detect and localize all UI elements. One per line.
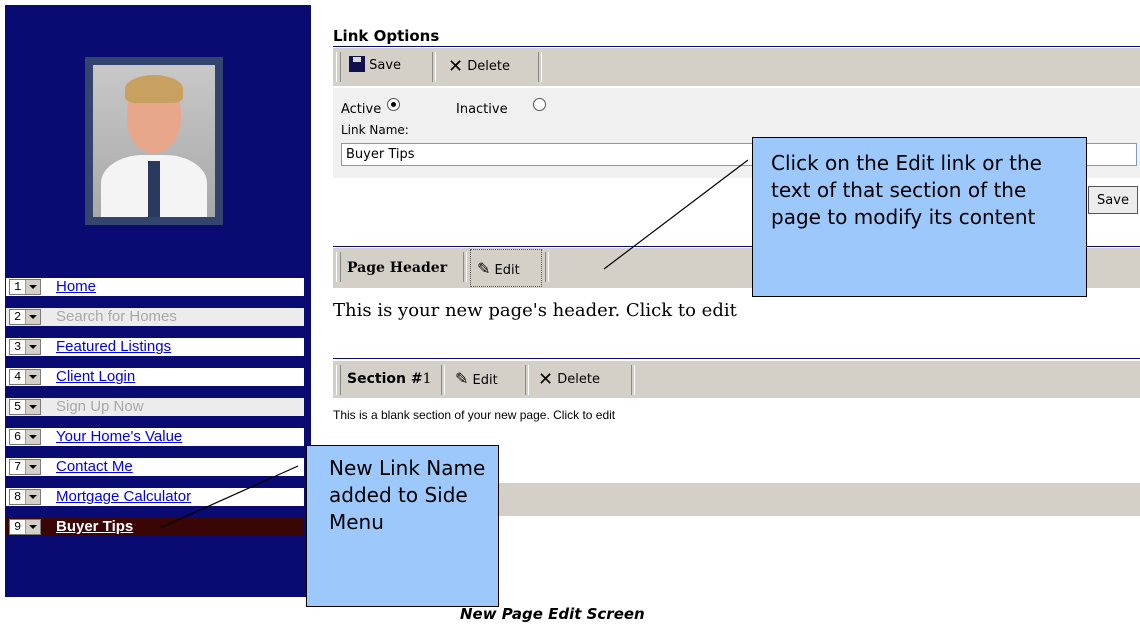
x-delete-icon: ✕ — [448, 56, 464, 77]
pencil-icon: ✎ — [455, 369, 469, 388]
divider — [333, 46, 1140, 47]
nav-item-home[interactable]: 1 Home — [5, 277, 305, 297]
order-select[interactable]: 2 — [9, 309, 41, 325]
page-header-content[interactable]: This is your new page's header. Click to… — [333, 300, 737, 321]
nav-item-buyer-tips[interactable]: 9 Buyer Tips — [5, 517, 305, 537]
section-1-content[interactable]: This is a blank section of your new page… — [333, 408, 615, 422]
nav-link[interactable]: Home — [56, 278, 96, 295]
inactive-label: Inactive — [456, 102, 508, 117]
nav-link[interactable]: Contact Me — [56, 458, 133, 475]
section-1-delete-button[interactable]: ✕ Delete — [538, 369, 600, 391]
chevron-down-icon[interactable] — [25, 280, 40, 294]
order-select[interactable]: 4 — [9, 369, 41, 385]
nav-item-your-homes-value[interactable]: 6 Your Home's Value — [5, 427, 305, 447]
page-header-title: Page Header — [347, 260, 448, 276]
toolbar-separator — [463, 252, 467, 282]
figure-caption: New Page Edit Screen — [460, 605, 645, 623]
nav-item-client-login[interactable]: 4 Client Login — [5, 367, 305, 387]
inactive-radio[interactable] — [533, 98, 546, 111]
chevron-down-icon[interactable] — [25, 520, 40, 534]
divider — [333, 358, 1140, 359]
toolbar-separator — [432, 52, 436, 82]
delete-toolbar-button[interactable]: ✕ Delete — [448, 56, 510, 78]
toolbar-separator — [525, 365, 529, 395]
nav-link: Sign Up Now — [56, 398, 144, 415]
nav-link: Search for Homes — [56, 308, 177, 325]
page-header-edit-button[interactable]: ✎ Edit — [470, 249, 542, 287]
floppy-disk-icon — [349, 56, 365, 72]
nav-link[interactable]: Client Login — [56, 368, 135, 385]
order-select[interactable]: 7 — [9, 459, 41, 475]
x-delete-icon: ✕ — [538, 369, 554, 390]
edit-tip-callout: Click on the Edit link or the text of th… — [752, 137, 1087, 297]
chevron-down-icon[interactable] — [25, 340, 40, 354]
section-1-title: Section #1 — [347, 371, 432, 387]
active-label: Active — [341, 102, 382, 117]
chevron-down-icon[interactable] — [25, 460, 40, 474]
agent-photo-frame — [85, 57, 223, 225]
section-1-toolbar: Section #1 ✎ Edit ✕ Delete — [333, 361, 1140, 398]
chevron-down-icon[interactable] — [25, 310, 40, 324]
order-select[interactable]: 8 — [9, 489, 41, 505]
order-select[interactable]: 9 — [9, 519, 41, 535]
chevron-down-icon[interactable] — [25, 400, 40, 414]
nav-item-mortgage-calculator[interactable]: 8 Mortgage Calculator — [5, 487, 305, 507]
toolbar-separator — [538, 52, 542, 82]
order-select[interactable]: 6 — [9, 429, 41, 445]
link-options-toolbar: Save ✕ Delete — [333, 48, 1140, 86]
save-button[interactable]: Save — [1088, 186, 1138, 214]
nav-item-sign-up-now[interactable]: 5 Sign Up Now — [5, 397, 305, 417]
chevron-down-icon[interactable] — [25, 490, 40, 504]
toolbar-grip — [336, 52, 341, 82]
nav-link[interactable]: Your Home's Value — [56, 428, 182, 445]
toolbar-separator — [545, 252, 549, 282]
nav-link[interactable]: Buyer Tips — [56, 518, 133, 535]
chevron-down-icon[interactable] — [25, 430, 40, 444]
nav-item-search-for-homes[interactable]: 2 Search for Homes — [5, 307, 305, 327]
toolbar-separator — [441, 365, 445, 395]
link-name-label: Link Name: — [341, 123, 409, 137]
chevron-down-icon[interactable] — [25, 370, 40, 384]
nav-link[interactable]: Mortgage Calculator — [56, 488, 191, 505]
toolbar-grip — [336, 365, 341, 395]
order-select[interactable]: 1 — [9, 279, 41, 295]
nav-link[interactable]: Featured Listings — [56, 338, 171, 355]
toolbar-grip — [336, 252, 341, 282]
nav-item-contact-me[interactable]: 7 Contact Me — [5, 457, 305, 477]
agent-photo — [93, 65, 215, 217]
pencil-icon: ✎ — [477, 259, 491, 278]
active-radio[interactable] — [387, 98, 400, 111]
section-1-edit-button[interactable]: ✎ Edit — [455, 369, 498, 391]
nav-item-featured-listings[interactable]: 3 Featured Listings — [5, 337, 305, 357]
toolbar-separator — [631, 365, 635, 395]
order-select[interactable]: 3 — [9, 339, 41, 355]
link-options-title: Link Options — [333, 27, 440, 45]
new-link-tip-callout: New Link Name added to Side Menu — [306, 445, 499, 607]
order-select[interactable]: 5 — [9, 399, 41, 415]
save-toolbar-button[interactable]: Save — [349, 56, 401, 78]
